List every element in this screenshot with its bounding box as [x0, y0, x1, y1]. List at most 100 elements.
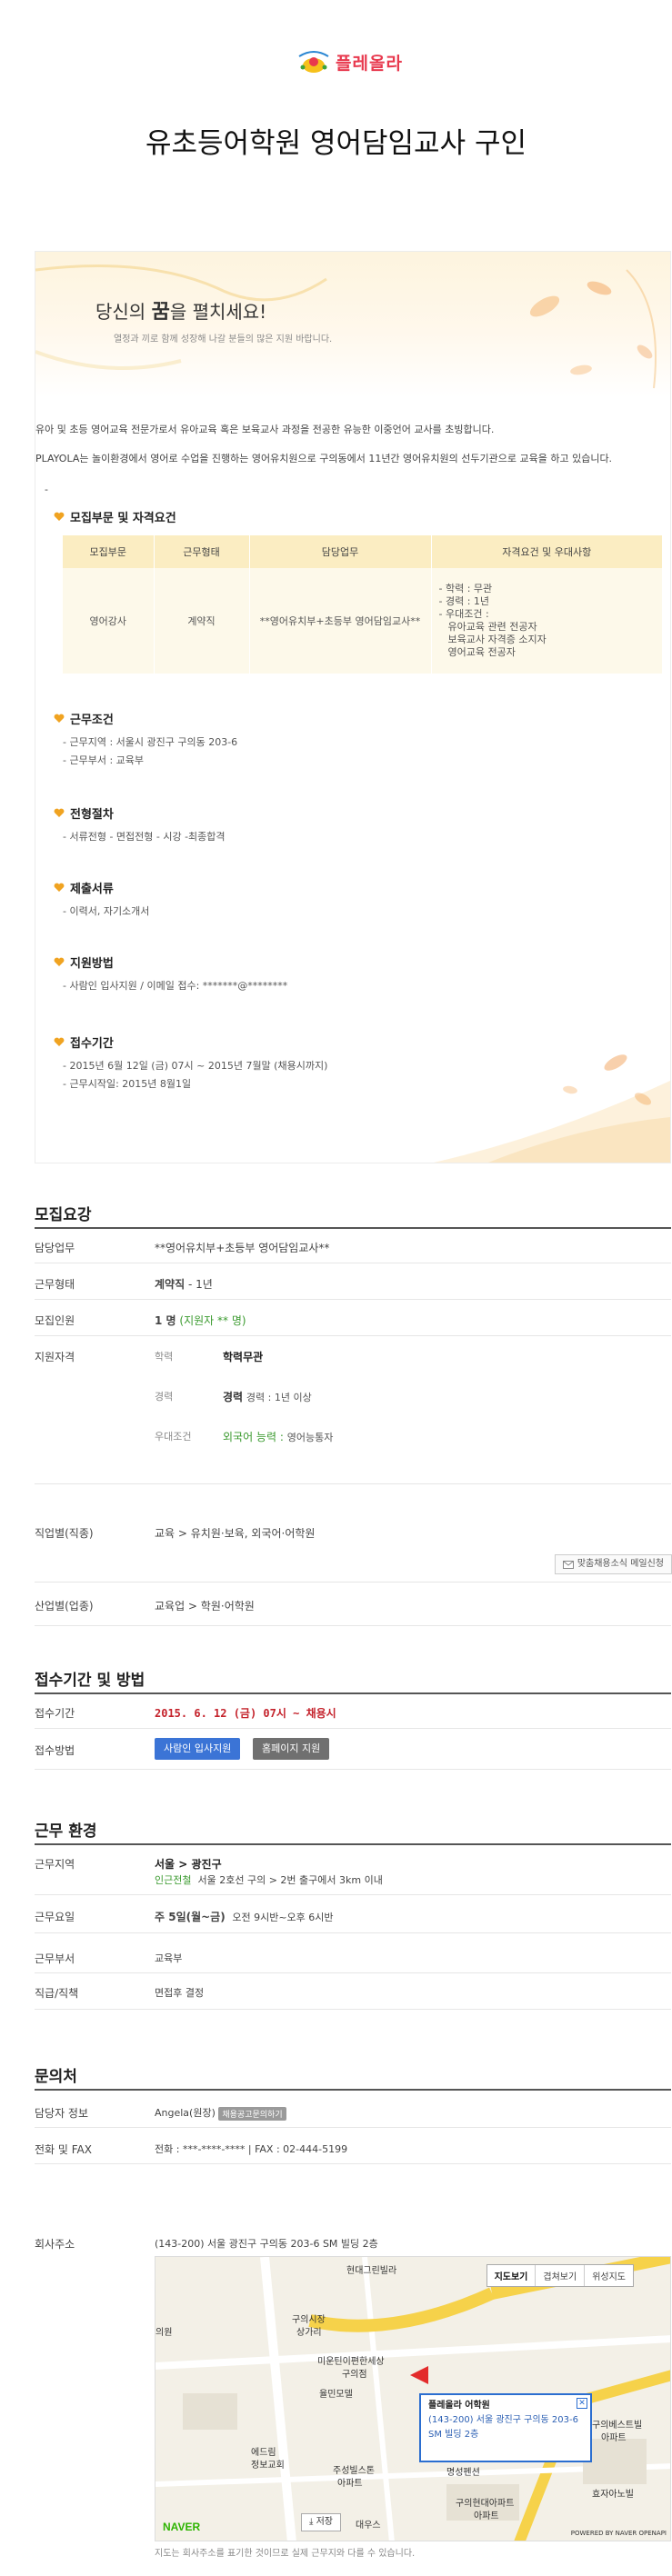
edu-label: 학력	[155, 1351, 174, 1363]
job-value[interactable]: 교육 > 유치원·보육, 외국어·어학원	[155, 1525, 315, 1541]
divider	[35, 1769, 671, 1770]
separator	[35, 2089, 671, 2091]
logo-text: 플레올라	[336, 54, 403, 74]
address-value: (143-200) 서울 광진구 구의동 203-6 SM 빌딩 2층	[155, 2238, 378, 2250]
career-value: 경력 경력 : 1년 이상	[223, 1391, 312, 1403]
heart-icon	[54, 957, 65, 966]
heart-icon	[54, 1037, 65, 1046]
recruit-table: 모집부문 근무형태 담당업무 자격요건 및 우대사항 영어강사 계약직 **영어…	[63, 535, 663, 674]
region-value: 서울 > 광진구	[155, 1858, 222, 1871]
days-label: 근무요일	[35, 1911, 75, 1923]
poster-banner: 당신의 꿈을 펼치세요! 열정과 끼로 함께 성장해 나갈 분들의 많은 지원 …	[35, 252, 670, 397]
separator	[35, 1227, 671, 1229]
intro-text-2: PLAYOLA는 놀이환경에서 영어로 수업을 진행하는 영어유치원으로 구의동…	[35, 453, 613, 464]
map-label: 대우스	[356, 2521, 381, 2531]
map-save-button[interactable]: ⤓ 저장	[301, 2513, 342, 2531]
custom-mail-button[interactable]: 맞춤채용소식 메일신청	[554, 1554, 672, 1574]
map-footnote: 지도는 회사주소를 표기한 것이므로 실제 근무지와 다를 수 있습니다.	[155, 2549, 416, 2559]
map-label: 구의베스트빌	[592, 2421, 643, 2431]
banner-subtitle: 열정과 끼로 함께 성장해 나갈 분들의 많은 지원 바랍니다.	[114, 334, 333, 344]
period-list: - 2015년 6월 12일 (금) 07시 ~ 2015년 7월말 (채용시까…	[63, 1060, 328, 1090]
intro-dash: -	[45, 484, 48, 495]
map-type-satellite[interactable]: 위성지도	[585, 2265, 633, 2286]
naver-logo: NAVER	[163, 2521, 201, 2533]
map-label: 주성빌스톤	[333, 2466, 375, 2476]
dept-value: 교육부	[155, 1952, 183, 1964]
popup-address-1: (143-200) 서울 광진구 구의동 203-6	[428, 2415, 578, 2425]
apply-list: - 사람인 입사지원 / 이메일 접수: *******@********	[63, 980, 288, 992]
map-type-normal[interactable]: 지도보기	[487, 2265, 537, 2286]
powered-by-label: POWERED BY NAVER OPENAPI	[570, 2530, 667, 2537]
divider	[35, 1932, 671, 1933]
job-label: 직업별(직종)	[35, 1527, 94, 1540]
work-list: - 근무지역 : 서울시 광진구 구의동 203-6 - 근무부서 : 교육부	[63, 736, 238, 766]
map-label: 명성펜션	[446, 2468, 480, 2478]
saramin-apply-button[interactable]: 사람인 입사지원	[155, 1738, 241, 1760]
section-apply-heading: 지원방법	[54, 954, 114, 971]
heart-icon	[54, 883, 65, 892]
page-title: 유초등어학원 영어담임교사 구인	[145, 127, 527, 160]
docs-list: - 이력서, 자기소개서	[63, 905, 150, 917]
map-info-popup: 플레올라 어학원 (143-200) 서울 광진구 구의동 203-6 SM 빌…	[419, 2393, 592, 2462]
period-label: 접수기간	[35, 1707, 75, 1720]
environment-title: 근무 환경	[35, 1822, 97, 1841]
table-cell-type: 계약직	[154, 568, 250, 674]
count-label: 모집인원	[35, 1314, 75, 1327]
table-header: 모집부문	[63, 535, 155, 568]
section-work-heading: 근무조건	[54, 710, 114, 727]
divider	[35, 1299, 671, 1300]
duty-value: **영어유치부+초등부 영어담임교사**	[155, 1242, 330, 1254]
address-label: 회사주소	[35, 2238, 75, 2251]
map-label: 구의시장	[292, 2315, 326, 2325]
manager-value: Angela(원장) 채용공고문의하기	[155, 2105, 286, 2121]
recruit-summary-title: 모집요강	[35, 1206, 92, 1224]
divider	[35, 1625, 671, 1626]
location-map[interactable]: 지도보기 겹쳐보기 위성지도 현대그린빌라 구의시장 상가리 의원 미운틴이편한…	[155, 2256, 671, 2541]
map-label: 아파트	[337, 2479, 363, 2489]
station-row: 인근전철 서울 2호선 구의 > 2번 출구에서 3km 이내	[155, 1874, 383, 1886]
divider	[35, 1972, 671, 1973]
qual-label: 지원자격	[35, 1351, 75, 1363]
logo[interactable]: 플레올라	[296, 44, 403, 80]
popup-close-icon[interactable]: ✕	[577, 2398, 587, 2409]
section-process-heading: 전형절차	[54, 804, 114, 822]
days-value: 주 5일(월~금) 오전 9시반~오후 6시반	[155, 1911, 334, 1923]
section-recruit-heading: 모집부문 및 자격요건	[54, 508, 176, 525]
separator	[35, 1692, 671, 1694]
map-label: 율민모델	[319, 2390, 353, 2400]
map-label: 상가리	[296, 2328, 322, 2338]
edu-value: 학력무관	[223, 1351, 264, 1363]
map-label: 정보교회	[251, 2461, 285, 2471]
map-label: 에드림	[251, 2448, 276, 2458]
apply-section-title: 접수기간 및 방법	[35, 1672, 145, 1690]
table-header: 근무형태	[154, 535, 250, 568]
homepage-apply-button[interactable]: 홈페이지 지원	[253, 1738, 330, 1760]
map-label: 구의현대아파트	[456, 2499, 515, 2509]
divider	[35, 1894, 671, 1895]
phone-value: 전화 : ***-****-**** | FAX : 02-444-5199	[155, 2143, 348, 2155]
popup-address-2: SM 빌딩 2층	[428, 2430, 479, 2440]
salary-value: 면접후 결정	[155, 1987, 205, 1999]
pref-label: 우대조건	[155, 1431, 192, 1443]
job-poster: 당신의 꿈을 펼치세요! 열정과 끼로 함께 성장해 나갈 분들의 많은 지원 …	[35, 251, 671, 1163]
inquiry-tag[interactable]: 채용공고문의하기	[218, 2106, 286, 2121]
heart-icon	[54, 808, 65, 817]
popup-title: 플레올라 어학원	[428, 2401, 490, 2411]
type-label: 근무형태	[35, 1278, 75, 1291]
banner-title: 당신의 꿈을 펼치세요!	[95, 301, 267, 324]
table-cell-duty: **영어유치부+초등부 영어담임교사**	[249, 568, 432, 674]
divider	[35, 1335, 671, 1336]
career-label: 경력	[155, 1391, 174, 1403]
intro-text-1: 유아 및 초등 영어교육 전문가로서 유아교육 혹은 보육교사 과정을 전공한 …	[35, 424, 495, 435]
type-value: 계약직 - 1년	[155, 1278, 213, 1291]
heart-icon	[54, 512, 65, 521]
period-value: 2015. 6. 12 (금) 07시 ~ 채용시	[155, 1707, 336, 1720]
manager-label: 담당자 정보	[35, 2107, 89, 2120]
industry-value[interactable]: 교육업 > 학원·어학원	[155, 1598, 255, 1613]
phone-label: 전화 및 FAX	[35, 2143, 92, 2156]
save-icon: ⤓	[309, 2517, 314, 2527]
map-type-overlay[interactable]: 겹쳐보기	[536, 2265, 586, 2286]
map-label: 미운틴이편한세상	[317, 2357, 385, 2367]
mail-icon	[562, 1560, 574, 1569]
divider	[35, 1582, 671, 1583]
